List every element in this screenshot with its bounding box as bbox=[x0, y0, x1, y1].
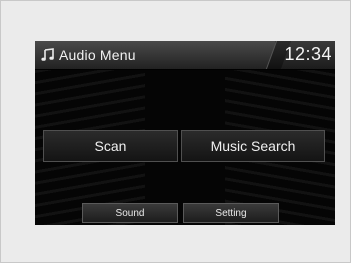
setting-tab[interactable]: Setting bbox=[183, 203, 279, 223]
audio-screen: Audio Menu 12:34 Scan Music Search Sound… bbox=[35, 41, 335, 225]
page-title: Audio Menu bbox=[59, 47, 136, 63]
scan-button[interactable]: Scan bbox=[43, 130, 178, 162]
music-note-icon bbox=[41, 48, 55, 62]
music-search-button[interactable]: Music Search bbox=[181, 130, 325, 162]
header-bar: Audio Menu 12:34 bbox=[35, 41, 335, 70]
clock: 12:34 bbox=[284, 44, 332, 64]
sound-tab[interactable]: Sound bbox=[82, 203, 178, 223]
